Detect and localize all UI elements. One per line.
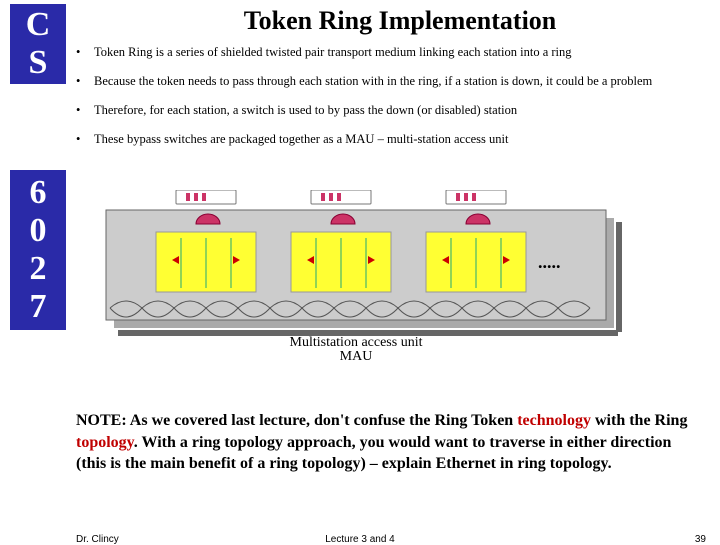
sidebar-digit: 2 <box>10 250 66 288</box>
note-text: with the Ring <box>591 412 687 429</box>
sidebar-letter: S <box>10 44 66 82</box>
bullet-item: Token Ring is a series of shielded twist… <box>76 44 710 61</box>
sidebar-badge-course: 6 0 2 7 <box>10 170 66 330</box>
sidebar-letter: C <box>10 6 66 44</box>
bullet-item: These bypass switches are packaged toget… <box>76 131 710 148</box>
note-text: . With a ring topology approach, you wou… <box>76 434 671 473</box>
page-title: Token Ring Implementation <box>140 6 660 36</box>
bullet-list: Token Ring is a series of shielded twist… <box>76 44 710 160</box>
note-emphasis-topology: topology <box>76 434 134 451</box>
sidebar-digit: 7 <box>10 288 66 326</box>
mau-diagram: ..... Multistation access unit MAU <box>76 190 636 360</box>
sidebar-digit: 0 <box>10 212 66 250</box>
bullet-item: Because the token needs to pass through … <box>76 73 710 90</box>
sidebar-badge-cs: C S <box>10 4 66 84</box>
svg-text:Multistation access unit: Multistation access unit <box>290 335 423 350</box>
note-emphasis-technology: technology <box>517 412 591 429</box>
sidebar-digit: 6 <box>10 174 66 212</box>
note-text: NOTE: As we covered last lecture, don't … <box>76 412 517 429</box>
bullet-item: Therefore, for each station, a switch is… <box>76 102 710 119</box>
svg-text:.....: ..... <box>538 252 561 272</box>
note-paragraph: NOTE: As we covered last lecture, don't … <box>76 410 696 475</box>
svg-text:MAU: MAU <box>340 349 373 360</box>
